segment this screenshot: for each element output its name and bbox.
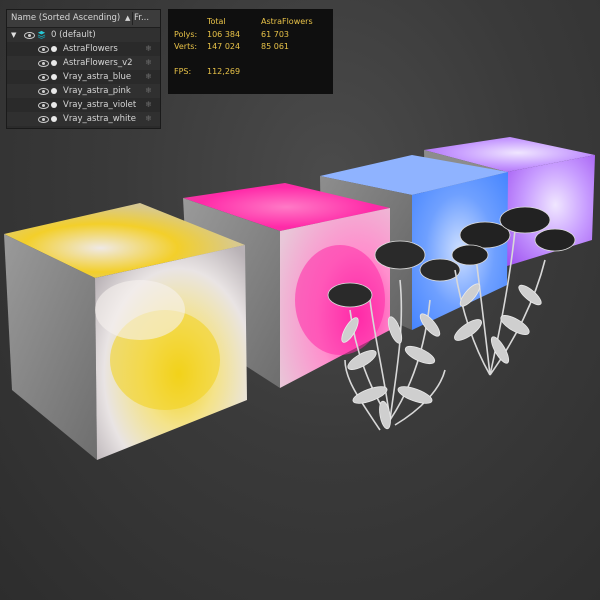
object-dot-icon: [51, 88, 57, 94]
list-item[interactable]: Vray_astra_violet ❄: [7, 98, 160, 112]
stats-fps-value: 112,269: [207, 67, 241, 76]
name-column-header[interactable]: Name (Sorted Ascending): [11, 10, 125, 27]
object-dot-icon: [51, 60, 57, 66]
object-label: Vray_astra_blue: [63, 72, 132, 82]
scene-explorer-panel: Name (Sorted Ascending) ▲ Fr... ▼ 0 (def…: [6, 9, 161, 129]
list-item[interactable]: Vray_astra_white ❄: [7, 112, 160, 126]
eye-icon[interactable]: [38, 88, 49, 95]
explorer-header: Name (Sorted Ascending) ▲ Fr...: [7, 10, 160, 28]
layer-label: 0 (default): [51, 30, 96, 40]
stats-verts-selected: 85 061: [261, 42, 289, 51]
stats-polys-selected: 61 703: [261, 30, 289, 39]
cube-yellow[interactable]: [4, 203, 247, 460]
explorer-list: ▼ 0 (default) AstraFlowers ❄ AstraFlower…: [7, 28, 160, 126]
snowflake-icon[interactable]: ❄: [145, 56, 152, 70]
stats-polys-total: 106 384: [207, 30, 241, 39]
stats-fps-label: FPS:: [174, 67, 192, 76]
eye-icon[interactable]: [38, 46, 49, 53]
triangle-down-icon[interactable]: ▼: [11, 28, 16, 42]
eye-icon[interactable]: [38, 60, 49, 67]
list-item[interactable]: Vray_astra_blue ❄: [7, 70, 160, 84]
object-dot-icon: [51, 46, 57, 52]
object-label: Vray_astra_white: [63, 114, 136, 124]
stats-verts-total: 147 024: [207, 42, 241, 51]
list-item[interactable]: AstraFlowers_v2 ❄: [7, 56, 160, 70]
snowflake-icon[interactable]: ❄: [145, 84, 152, 98]
object-label: Vray_astra_pink: [63, 86, 131, 96]
eye-icon[interactable]: [38, 102, 49, 109]
object-label: AstraFlowers: [63, 44, 118, 54]
object-label: AstraFlowers_v2: [63, 58, 133, 68]
layer-stack-icon: [37, 30, 46, 39]
object-dot-icon: [51, 116, 57, 122]
eye-icon[interactable]: [24, 32, 35, 39]
frozen-column-header[interactable]: Fr...: [134, 10, 149, 27]
layer-row-default[interactable]: ▼ 0 (default): [7, 28, 160, 42]
eye-icon[interactable]: [38, 74, 49, 81]
object-dot-icon: [51, 102, 57, 108]
sort-ascending-icon: ▲: [125, 14, 131, 22]
list-item[interactable]: AstraFlowers ❄: [7, 42, 160, 56]
list-item[interactable]: Vray_astra_pink ❄: [7, 84, 160, 98]
column-divider[interactable]: [132, 12, 133, 25]
eye-icon[interactable]: [38, 116, 49, 123]
object-dot-icon: [51, 74, 57, 80]
stats-total-header: Total: [207, 17, 226, 26]
snowflake-icon[interactable]: ❄: [145, 98, 152, 112]
object-label: Vray_astra_violet: [63, 100, 137, 110]
stats-selected-header: AstraFlowers: [261, 17, 313, 26]
viewport-statistics: Total AstraFlowers Polys: 106 384 61 703…: [168, 9, 333, 94]
snowflake-icon[interactable]: ❄: [145, 112, 152, 126]
snowflake-icon[interactable]: ❄: [145, 70, 152, 84]
stats-verts-label: Verts:: [174, 42, 198, 51]
stats-polys-label: Polys:: [174, 30, 198, 39]
snowflake-icon[interactable]: ❄: [145, 42, 152, 56]
